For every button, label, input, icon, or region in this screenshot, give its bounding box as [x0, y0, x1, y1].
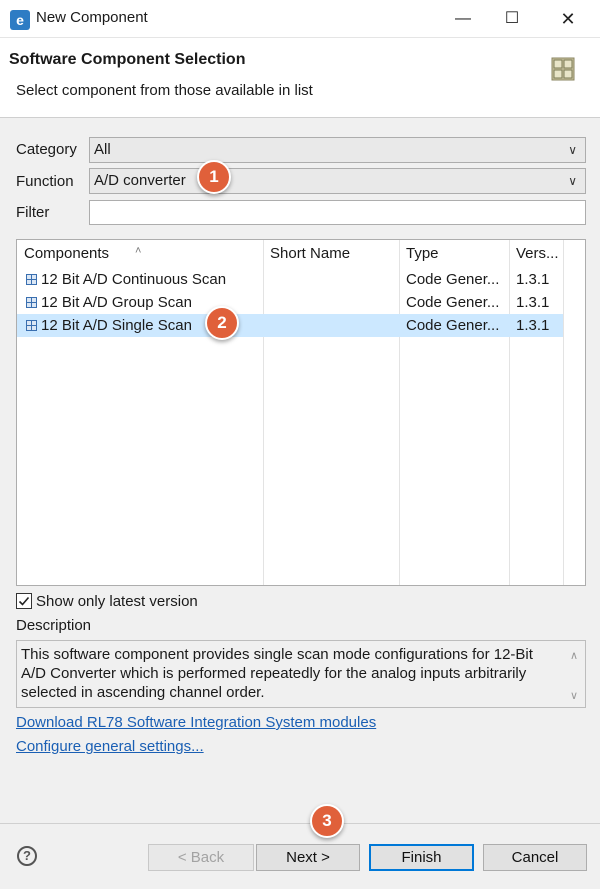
checkmark-icon	[18, 596, 30, 606]
chevron-down-icon: ∨	[568, 174, 577, 188]
help-icon[interactable]: ?	[17, 846, 37, 866]
function-label: Function	[16, 173, 74, 190]
column-header-version[interactable]: Vers...	[509, 240, 563, 268]
column-header-type[interactable]: Type	[399, 240, 509, 268]
component-version: 1.3.1	[516, 317, 550, 334]
step-marker-2: 2	[205, 306, 239, 340]
back-button[interactable]: < Back	[148, 844, 254, 871]
component-name: 12 Bit A/D Continuous Scan	[41, 271, 227, 288]
show-latest-label[interactable]: Show only latest version	[36, 593, 198, 610]
component-grid-icon	[551, 57, 575, 81]
components-table[interactable]: Components ˄ Short Name Type Vers... 12 …	[16, 239, 586, 586]
component-icon	[26, 320, 37, 331]
show-latest-checkbox[interactable]	[16, 593, 32, 609]
function-combo[interactable]: A/D converter ∨	[89, 168, 586, 194]
filter-label: Filter	[16, 204, 50, 221]
next-button[interactable]: Next >	[256, 844, 360, 871]
minimize-icon[interactable]: —	[440, 0, 486, 38]
component-icon	[26, 297, 37, 308]
chevron-down-icon: ∨	[568, 143, 577, 157]
category-value: All	[94, 141, 111, 158]
scroll-up-icon[interactable]: ∧	[570, 647, 578, 666]
component-short-name	[270, 314, 396, 337]
eclipse-app-icon: e	[10, 10, 30, 30]
column-header-components[interactable]: Components ˄	[17, 240, 263, 268]
configure-settings-link[interactable]: Configure general settings...	[16, 738, 204, 755]
title-bar: e New Component — ☐ ✕	[0, 0, 600, 38]
close-icon[interactable]: ✕	[545, 0, 591, 38]
description-scrollbar[interactable]: ∧ ∨	[565, 641, 585, 707]
column-header-short-name[interactable]: Short Name	[263, 240, 399, 268]
step-marker-1: 1	[197, 160, 231, 194]
component-version: 1.3.1	[516, 294, 550, 311]
category-label: Category	[16, 141, 77, 158]
component-short-name	[270, 291, 396, 314]
column-header-label: Components	[24, 245, 110, 262]
sort-ascending-icon: ˄	[135, 245, 142, 257]
step-marker-3: 3	[310, 804, 344, 838]
table-row-selected[interactable]: 12 Bit A/D Single Scan Code Gener... 1.3…	[17, 314, 563, 337]
component-type: Code Gener...	[406, 294, 500, 311]
component-type: Code Gener...	[406, 317, 500, 334]
description-text: This software component provides single …	[21, 646, 533, 701]
cancel-button[interactable]: Cancel	[483, 844, 587, 871]
finish-button[interactable]: Finish	[369, 844, 474, 871]
page-title: Software Component Selection	[9, 51, 246, 68]
page-subtitle: Select component from those available in…	[16, 82, 313, 99]
window-title: New Component	[36, 9, 148, 26]
description-text-area[interactable]: This software component provides single …	[16, 640, 586, 708]
component-short-name	[270, 268, 396, 291]
component-type: Code Gener...	[406, 271, 500, 288]
component-version: 1.3.1	[516, 271, 550, 288]
wizard-header: Software Component Selection Select comp…	[0, 38, 600, 118]
column-divider	[563, 240, 564, 585]
scroll-down-icon[interactable]: ∨	[570, 687, 578, 706]
footer-divider	[0, 823, 600, 824]
download-modules-link[interactable]: Download RL78 Software Integration Syste…	[16, 714, 376, 731]
filter-input[interactable]	[89, 200, 586, 225]
table-row[interactable]: 12 Bit A/D Group Scan Code Gener... 1.3.…	[17, 291, 563, 314]
function-value: A/D converter	[94, 172, 186, 189]
maximize-icon[interactable]: ☐	[489, 0, 535, 38]
category-combo[interactable]: All ∨	[89, 137, 586, 163]
component-icon	[26, 274, 37, 285]
table-row[interactable]: 12 Bit A/D Continuous Scan Code Gener...…	[17, 268, 563, 291]
description-label: Description	[16, 617, 92, 634]
